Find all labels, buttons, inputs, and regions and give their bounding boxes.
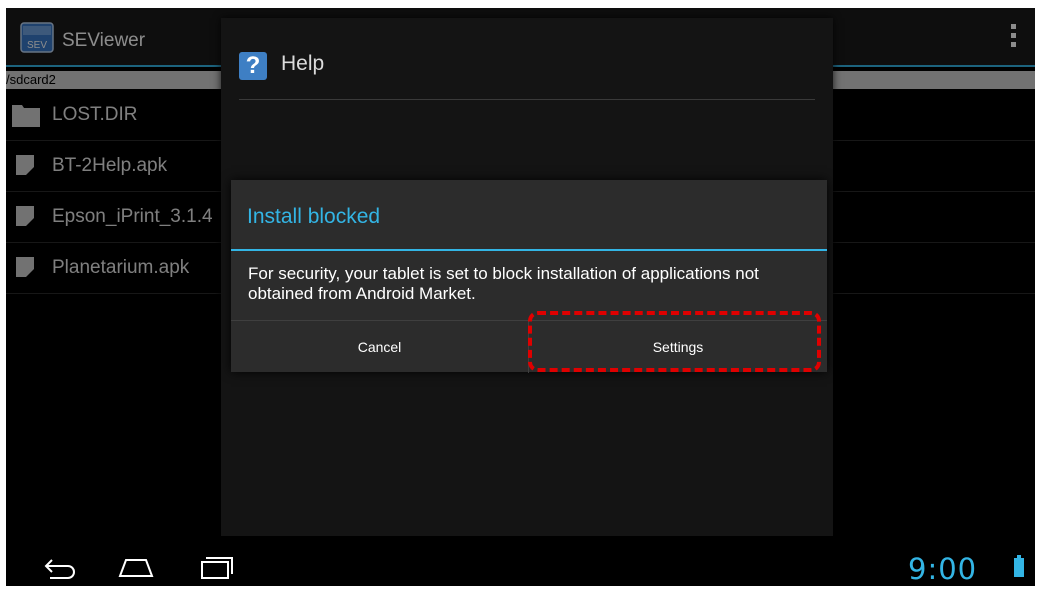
system-bar: 9:00: [6, 546, 1035, 586]
tablet-screen: SEV SEViewer /sdcard2 LOST.DIR BT-2Help.…: [6, 8, 1035, 586]
dialog-title: Install blocked: [247, 205, 381, 228]
cancel-button[interactable]: Cancel: [231, 321, 529, 373]
dialog-button-row: Cancel Settings: [231, 320, 827, 373]
dialog-message: For security, your tablet is set to bloc…: [248, 264, 759, 303]
recent-apps-icon[interactable]: [196, 554, 236, 580]
battery-icon: [1014, 555, 1024, 577]
divider: [239, 99, 815, 100]
back-icon[interactable]: [40, 554, 80, 580]
clock: 9:00: [908, 552, 978, 586]
help-icon: ?: [239, 52, 267, 80]
install-blocked-dialog: Install blocked For security, your table…: [231, 180, 827, 373]
home-icon[interactable]: [116, 554, 156, 580]
help-dialog-title: Help: [281, 52, 325, 75]
settings-button[interactable]: Settings: [529, 321, 827, 373]
title-divider: [231, 249, 827, 251]
